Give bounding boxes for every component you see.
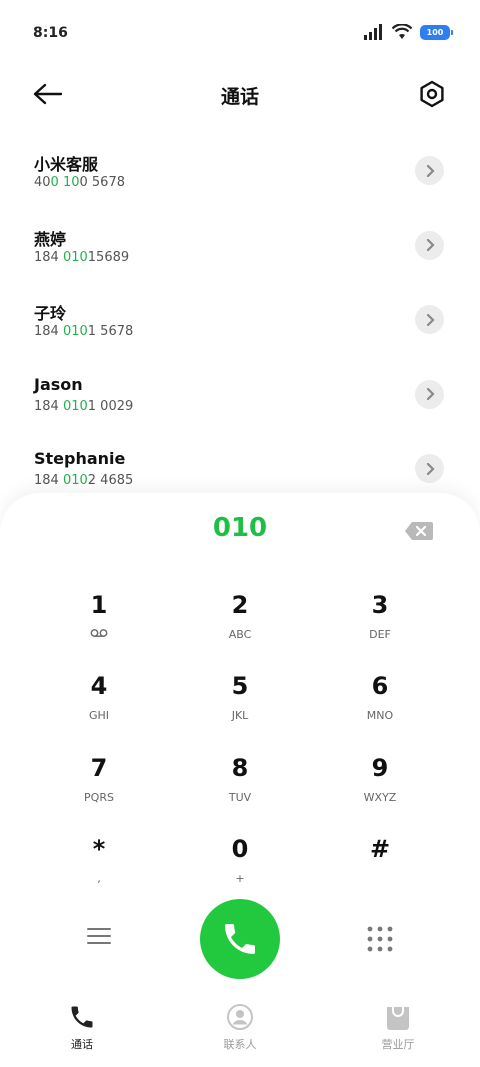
key-6[interactable]: 6 MNO bbox=[325, 669, 435, 739]
key-8[interactable]: 8 TUV bbox=[185, 751, 295, 821]
key-0[interactable]: 0 + bbox=[185, 832, 295, 902]
key-4[interactable]: 4 GHI bbox=[44, 669, 154, 739]
contact-name: 燕婷 bbox=[34, 229, 67, 249]
wifi-icon bbox=[392, 24, 412, 39]
hamburger-menu-icon bbox=[87, 928, 111, 944]
chevron-right-icon bbox=[426, 239, 435, 251]
backspace-icon bbox=[405, 522, 433, 540]
key-star[interactable]: * , bbox=[44, 832, 154, 902]
tab-service-hall[interactable]: 营业厅 bbox=[338, 1002, 458, 1052]
tab-label: 通话 bbox=[71, 1038, 93, 1051]
status-icons: 100 bbox=[364, 24, 453, 40]
contact-detail-button[interactable] bbox=[415, 454, 444, 483]
phone-icon bbox=[225, 924, 255, 954]
header: 通话 bbox=[0, 70, 480, 120]
tab-label: 联系人 bbox=[223, 1038, 257, 1051]
contact-number: 400 100 5678 bbox=[34, 175, 125, 190]
key-7[interactable]: 7 PQRS bbox=[44, 751, 154, 821]
tab-label: 营业厅 bbox=[381, 1038, 415, 1051]
contact-name: 小米客服 bbox=[34, 155, 99, 174]
person-icon bbox=[227, 1004, 253, 1030]
contact-name: Stephanie bbox=[34, 449, 126, 468]
battery-icon: 100 bbox=[420, 24, 453, 40]
key-9[interactable]: 9 WXYZ bbox=[325, 751, 435, 821]
delete-button[interactable] bbox=[404, 521, 434, 541]
contact-list: 小米客服 400 100 5678 燕婷 184 01015689 子玲 184… bbox=[0, 133, 480, 506]
key-3[interactable]: 3 DEF bbox=[325, 588, 435, 658]
contact-detail-button[interactable] bbox=[415, 230, 444, 260]
chevron-right-icon bbox=[426, 164, 435, 177]
contact-detail-button[interactable] bbox=[415, 305, 444, 334]
chevron-right-icon bbox=[426, 313, 435, 326]
contact-detail-button[interactable] bbox=[415, 379, 444, 409]
signal-icon bbox=[364, 24, 382, 40]
shopping-bag-icon bbox=[387, 1007, 409, 1030]
bottom-tab-bar: 通话 联系人 营业厅 bbox=[0, 996, 480, 1067]
contact-name: 子玲 bbox=[34, 304, 67, 323]
chevron-right-icon bbox=[426, 388, 435, 400]
dialer-panel: 010 1 2 ABC 3 DEF 4 GHI 5 JKL 6 MNO 7 PQ… bbox=[0, 493, 480, 1067]
tab-calls[interactable]: 通话 bbox=[22, 1002, 142, 1052]
contact-row[interactable]: Jason 184 0101 0029 bbox=[0, 357, 480, 432]
contact-detail-button[interactable] bbox=[415, 156, 444, 185]
contact-row[interactable]: 子玲 184 0101 5678 bbox=[0, 282, 480, 357]
key-5[interactable]: 5 JKL bbox=[185, 669, 295, 739]
keypad-toggle-button[interactable] bbox=[366, 925, 394, 953]
status-bar: 8:16 100 bbox=[0, 0, 480, 66]
contact-number: 184 0102 4685 bbox=[34, 473, 134, 488]
battery-level: 100 bbox=[426, 27, 444, 37]
contact-number: 184 0101 0029 bbox=[34, 398, 134, 414]
contact-number: 184 0101 5678 bbox=[34, 324, 134, 339]
settings-button[interactable] bbox=[414, 76, 450, 112]
status-time: 8:16 bbox=[33, 25, 68, 41]
menu-button[interactable] bbox=[84, 921, 114, 951]
chevron-right-icon bbox=[426, 462, 435, 475]
tab-contacts[interactable]: 联系人 bbox=[180, 1002, 300, 1052]
phone-icon bbox=[71, 1006, 93, 1028]
key-1[interactable]: 1 bbox=[44, 588, 154, 658]
key-2[interactable]: 2 ABC bbox=[185, 588, 295, 658]
gear-icon bbox=[420, 80, 444, 108]
call-button[interactable] bbox=[200, 899, 280, 979]
contact-row[interactable]: 燕婷 184 01015689 bbox=[0, 208, 480, 283]
contact-row[interactable]: 小米客服 400 100 5678 bbox=[0, 133, 480, 208]
page-title: 通话 bbox=[220, 86, 259, 108]
contact-name: Jason bbox=[34, 374, 83, 394]
keypad-icon bbox=[367, 926, 393, 952]
voicemail-icon bbox=[90, 629, 108, 637]
contact-number: 184 01015689 bbox=[34, 249, 130, 265]
key-hash[interactable]: # bbox=[325, 832, 435, 902]
